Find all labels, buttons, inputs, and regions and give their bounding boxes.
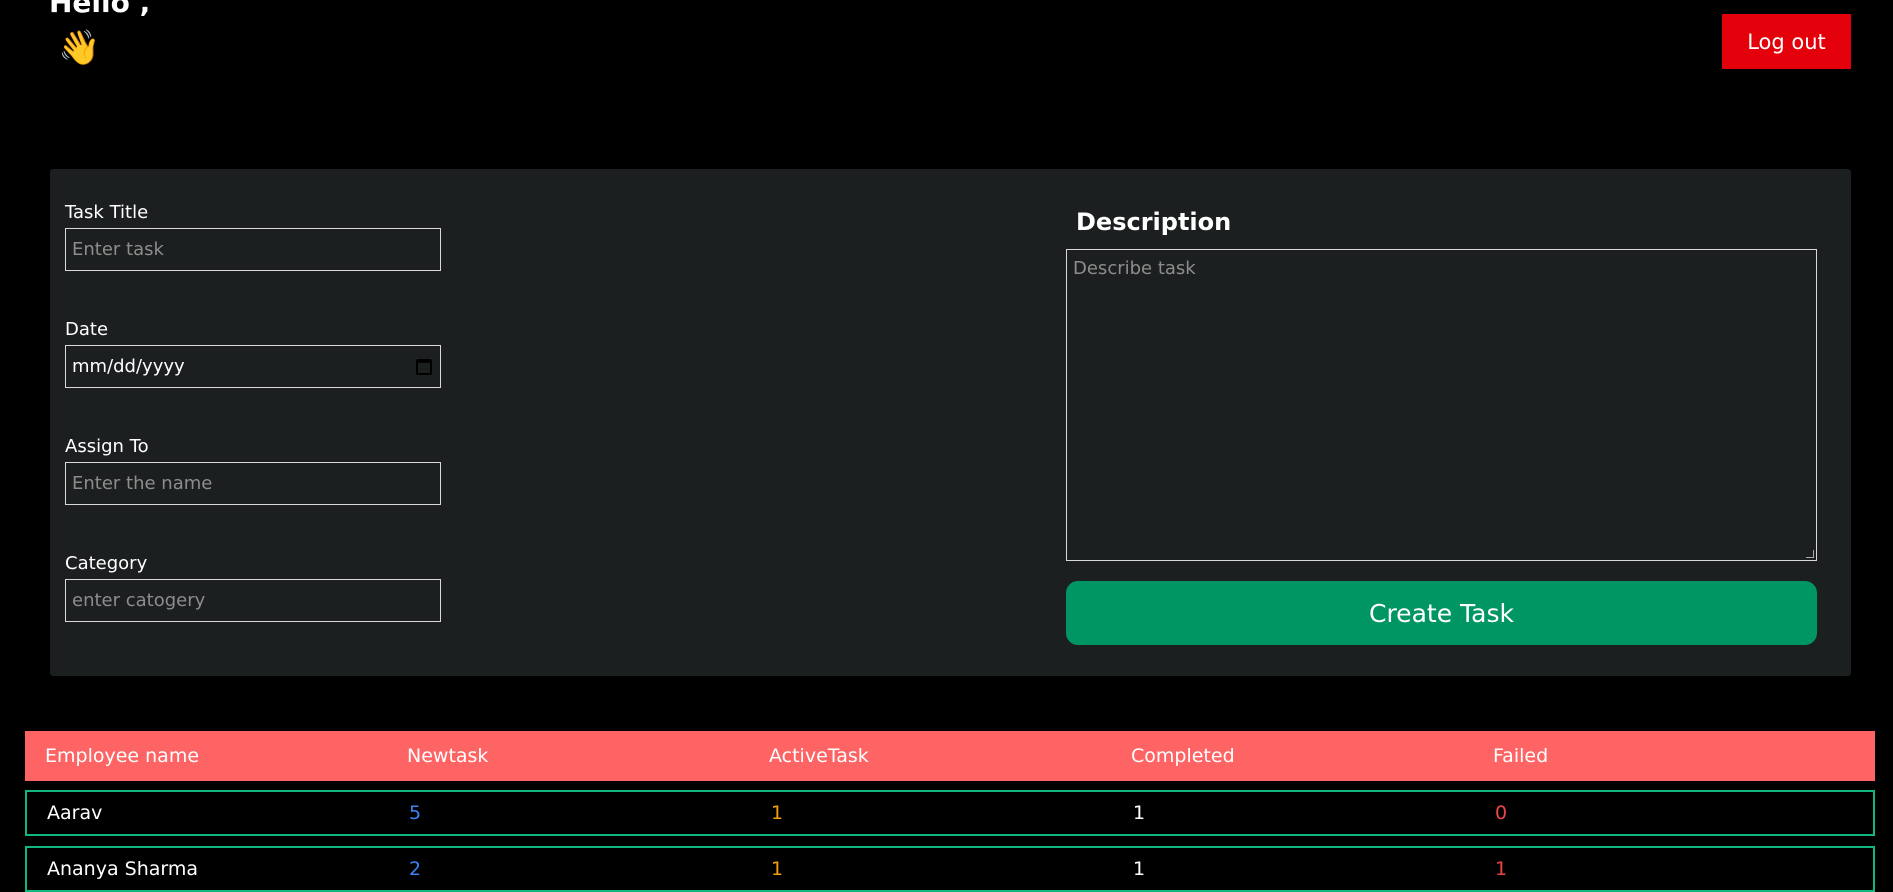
completed-count: 1: [1133, 802, 1146, 824]
table-row: Aarav 5 1 1 0: [25, 790, 1875, 836]
calendar-icon[interactable]: [416, 358, 432, 375]
logout-button[interactable]: Log out: [1722, 14, 1851, 69]
task-title-placeholder: Enter task: [72, 239, 164, 260]
table-header: Employee name Newtask ActiveTask Complet…: [25, 731, 1875, 781]
completed-count: 1: [1133, 858, 1146, 880]
description-textarea[interactable]: Describe task: [1066, 249, 1817, 561]
category-input[interactable]: enter catogery: [65, 579, 441, 622]
description-placeholder: Describe task: [1073, 258, 1196, 279]
newtask-count: 5: [409, 802, 422, 824]
failed-count: 0: [1495, 802, 1508, 824]
table-row: Ananya Sharma 2 1 1 1: [25, 846, 1875, 892]
wave-emoji-icon: 👋: [58, 28, 101, 68]
category-label: Category: [65, 553, 148, 574]
create-task-form: Task Title Enter task Date mm/dd/yyyy As…: [50, 169, 1851, 676]
task-title-input[interactable]: Enter task: [65, 228, 441, 271]
date-input[interactable]: mm/dd/yyyy: [65, 345, 441, 388]
date-label: Date: [65, 319, 109, 340]
assign-to-input[interactable]: Enter the name: [65, 462, 441, 505]
header-newtask: Newtask: [407, 745, 489, 767]
create-task-button[interactable]: Create Task: [1066, 581, 1817, 645]
failed-count: 1: [1495, 858, 1508, 880]
resize-handle-icon[interactable]: [1806, 550, 1814, 558]
assign-to-label: Assign To: [65, 436, 149, 457]
header-completed: Completed: [1131, 745, 1235, 767]
category-placeholder: enter catogery: [72, 590, 206, 611]
date-value: mm/dd/yyyy: [72, 356, 185, 377]
header-activetask: ActiveTask: [769, 745, 869, 767]
header-employee-name: Employee name: [45, 745, 200, 767]
active-count: 1: [771, 858, 784, 880]
active-count: 1: [771, 802, 784, 824]
greeting-text: Hello ,: [49, 0, 151, 19]
assign-to-placeholder: Enter the name: [72, 473, 213, 494]
newtask-count: 2: [409, 858, 422, 880]
description-label: Description: [1076, 208, 1232, 236]
employee-name: Ananya Sharma: [47, 858, 199, 880]
task-title-label: Task Title: [65, 202, 149, 223]
employee-name: Aarav: [47, 802, 103, 824]
header-failed: Failed: [1493, 745, 1549, 767]
